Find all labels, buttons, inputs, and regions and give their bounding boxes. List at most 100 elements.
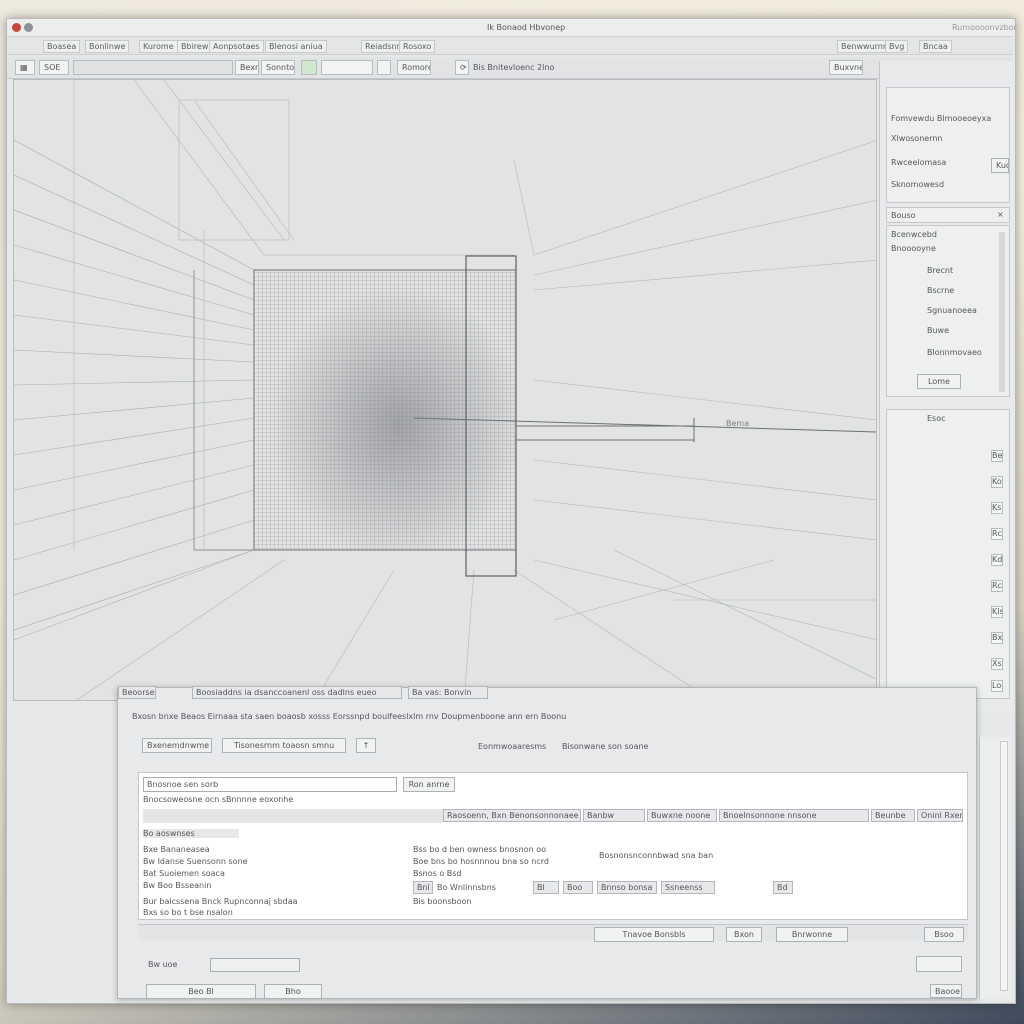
filter-cell[interactable]: Bl [533, 881, 559, 894]
action-button-1[interactable]: Tnavoe Bonsbls [594, 927, 714, 942]
dialog-tab-3[interactable]: Ba vas: Bonvin [408, 686, 488, 699]
dialog-tab-2[interactable]: Boosiaddns ia dsanccoanenl oss dadlns eu… [192, 686, 402, 699]
tool-icon[interactable]: Lou [991, 680, 1003, 692]
column-header-cell[interactable]: Buwxne noone [647, 809, 717, 822]
close-window-icon[interactable] [12, 23, 21, 32]
file-note: Bur balcssena Bnck Rupnconnaj sbdaa [143, 897, 298, 906]
toolbar-right-field[interactable]: Buxvnew [829, 60, 863, 75]
right-scrollbar[interactable] [979, 737, 1011, 999]
toolbar-button-1[interactable]: Bexnn [235, 60, 259, 75]
menu-item-2[interactable]: Bonlinwe [85, 40, 130, 53]
tool-icon[interactable]: Be [991, 450, 1003, 462]
panel-row[interactable]: Rwceelomasa [891, 158, 946, 167]
search-button[interactable]: Ron anrne [403, 777, 455, 792]
menu-item-right-2[interactable]: Bvg [885, 40, 909, 53]
panel-row[interactable]: Bscrne [927, 286, 954, 295]
file-row[interactable]: Bw Idanse Suensonn sone [143, 857, 248, 866]
menu-item-right-3[interactable]: Bncaa [919, 40, 952, 53]
menu-bar: Boasea Bonlinwe Kurome Bbirew Aonpsotaes… [7, 37, 1013, 55]
filter-cell[interactable]: Boo [563, 881, 593, 894]
dialog-toolbar-right-2[interactable]: Bisonwane son soane [562, 742, 648, 751]
panel-row[interactable]: Bcenwcebd [891, 230, 937, 239]
layer-dropdown[interactable] [73, 60, 233, 75]
menu-item-5[interactable]: Aonpsotaes [209, 40, 264, 53]
toolbar-blank-field[interactable] [321, 60, 373, 75]
column-header-cell[interactable]: Bnoelnsonnone nnsone [719, 809, 869, 822]
3d-viewport[interactable]: Bema [13, 79, 877, 701]
panel-row[interactable]: Brecnt [927, 266, 953, 275]
dimension-label: Bema [726, 419, 749, 428]
dialog-toolbar-left[interactable]: Bxenemdnwme [142, 738, 212, 753]
panel-row[interactable]: Buwe [927, 326, 949, 335]
panel-side-tag[interactable]: Kuo [991, 158, 1009, 173]
toolbar: ▦ SOE Bexnn Sonntonit Romore ⟳ Bis Bnite… [7, 57, 1013, 79]
detail-row[interactable]: Bss bo d ben owness bnosnon oo [413, 845, 546, 854]
pan-icon[interactable] [377, 60, 391, 75]
grid-icon[interactable]: ▦ [15, 60, 35, 75]
detail-row[interactable]: Boe bns bo hosnnnou bna so ncrd [413, 857, 549, 866]
close-icon[interactable]: × [997, 210, 1004, 219]
filter-cell[interactable]: Bo Wnlinnsbns [437, 883, 496, 892]
panel-section-2-button[interactable]: Lome [917, 374, 961, 389]
title-bar: Ik Bonaod Hbvonep Rumoooonvzbor [7, 19, 1017, 37]
dialog-side-button[interactable] [916, 956, 962, 972]
menu-item-3[interactable]: Kurome [139, 40, 178, 53]
dialog-text-field[interactable] [210, 958, 300, 972]
tool-icon[interactable]: Kds [991, 554, 1003, 566]
search-input[interactable]: Bnosnoe sen sorb [143, 777, 397, 792]
tool-icon[interactable]: Ks [991, 502, 1003, 514]
middle-button[interactable]: Bho [264, 984, 322, 999]
panel-row[interactable]: Blonnmovaeo [927, 348, 982, 357]
panel-row[interactable]: Xlwosonernn [891, 134, 942, 143]
folder-up-icon[interactable]: ↑ [356, 738, 376, 753]
file-row[interactable]: Bo aoswnses [143, 829, 239, 838]
action-button-2[interactable]: Bxon [726, 927, 762, 942]
dialog-toolbar-right-1[interactable]: Eonmwoaaresms [478, 742, 546, 751]
dialog-tab-1[interactable]: Beoorse [118, 686, 156, 699]
ok-button[interactable]: Beo Bl [146, 984, 256, 999]
menu-item-6[interactable]: Blenosi aniua [265, 40, 327, 53]
column-header-cell[interactable]: Beunbe [871, 809, 915, 822]
filter-cell[interactable]: Bnl [413, 881, 433, 894]
minimize-window-icon[interactable] [24, 23, 33, 32]
cancel-button[interactable]: Baooe [930, 984, 962, 998]
sub-label: Bnocsoweosne ocn sBnnnne eoxonhe [143, 795, 294, 804]
tool-icon[interactable]: Rcs [991, 580, 1003, 592]
panel-row[interactable]: Sgnuanoeea [927, 306, 977, 315]
refresh-icon[interactable]: ⟳ [455, 60, 469, 75]
menu-item-4[interactable]: Bbirew [177, 40, 213, 53]
panel-section-3-title: Esoc [927, 414, 946, 423]
panel-row[interactable]: Bnooooyne [891, 244, 936, 253]
tool-icon[interactable]: Bx [991, 632, 1003, 644]
detail-row[interactable]: Bsnos o Bsd [413, 869, 462, 878]
column-header-cell[interactable]: Raosoenn, Bxn Benonsonnonaee [443, 809, 581, 822]
menu-item-8[interactable]: Rosoxo [399, 40, 436, 53]
tool-icon[interactable]: Xs [991, 658, 1003, 670]
scrollbar-thumb[interactable] [1000, 741, 1008, 991]
column-header-cell[interactable]: Oninl Rxen [917, 809, 963, 822]
panel-section-2-header[interactable]: Bouso × [886, 207, 1010, 223]
zoom-field[interactable]: Romore [397, 60, 431, 75]
file-dialog: Beoorse Boosiaddns ia dsanccoanenl oss d… [117, 686, 977, 999]
panel-row[interactable]: Fomvewdu Blmooeoeyxa [891, 114, 991, 123]
file-row[interactable]: Bxe Bananeasea [143, 845, 210, 854]
snap-icon[interactable] [301, 60, 317, 75]
detail-note: Bosnonsnconnbwad sna ban [599, 851, 714, 860]
menu-item-1[interactable]: Boasea [43, 40, 81, 53]
filter-cell[interactable]: Bnnso bonsa [597, 881, 657, 894]
panel-scrollbar[interactable] [999, 232, 1005, 392]
layer-field[interactable]: SOE [39, 60, 69, 75]
column-header-cell[interactable]: Banbw [583, 809, 645, 822]
dialog-toolbar-mid[interactable]: Tisonesrnm toaosn smnu [222, 738, 346, 753]
file-row[interactable]: Bw Boo Bsseanin [143, 881, 211, 890]
file-row[interactable]: Bat Suoiemen soaca [143, 869, 225, 878]
tool-icon[interactable]: Rc [991, 528, 1003, 540]
tool-icon[interactable]: Kon [991, 476, 1003, 488]
toolbar-button-2[interactable]: Sonntonit [261, 60, 295, 75]
action-button-4[interactable]: Bsoo [924, 927, 964, 942]
action-button-3[interactable]: Bnrwonne [776, 927, 848, 942]
tool-icon[interactable]: Kls [991, 606, 1003, 618]
filter-cell[interactable]: Bd [773, 881, 793, 894]
filter-cell[interactable]: Ssneenss [661, 881, 715, 894]
panel-row[interactable]: Sknomowesd [891, 180, 944, 189]
